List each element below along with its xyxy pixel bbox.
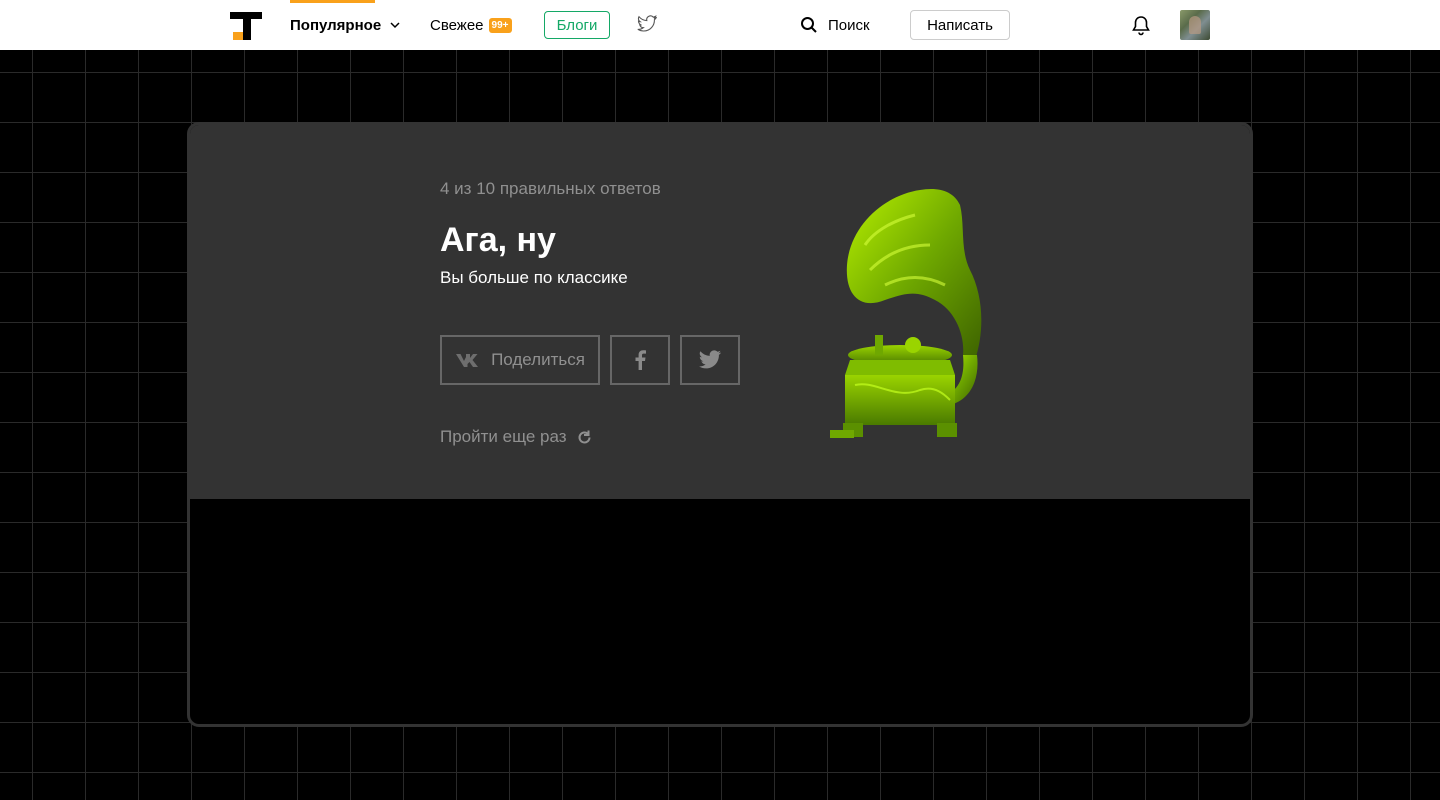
nav-fresh-label: Свежее <box>430 16 484 34</box>
share-twitter-button[interactable] <box>680 335 740 385</box>
search-label: Поиск <box>828 16 870 34</box>
refresh-icon <box>578 430 591 443</box>
share-facebook-button[interactable] <box>610 335 670 385</box>
twitter-icon[interactable] <box>637 15 657 33</box>
score-text: 4 из 10 правильных ответов <box>440 179 661 198</box>
nav-popular[interactable]: Популярное <box>290 0 401 50</box>
gramophone-image <box>830 188 982 438</box>
result-panel: 4 из 10 правильных ответов Ага, ну Вы бо… <box>190 125 1250 499</box>
nav-fresh[interactable]: Свежее 99+ <box>430 0 512 50</box>
share-label: Поделиться <box>491 350 585 369</box>
bell-icon[interactable] <box>1130 14 1152 36</box>
quiz-result-card: 4 из 10 правильных ответов Ага, ну Вы бо… <box>187 122 1253 727</box>
search-button[interactable]: Поиск <box>800 0 870 50</box>
retry-link[interactable]: Пройти еще раз <box>440 427 593 447</box>
twitter-icon <box>699 350 721 369</box>
nav-blogs-button[interactable]: Блоги <box>544 11 610 39</box>
active-indicator <box>290 0 375 3</box>
avatar[interactable] <box>1180 10 1210 40</box>
share-vk-button[interactable]: Поделиться <box>440 335 600 385</box>
result-subtitle: Вы больше по классике <box>440 268 628 287</box>
facebook-icon <box>635 350 646 370</box>
retry-label: Пройти еще раз <box>440 427 567 446</box>
chevron-down-icon <box>390 22 400 29</box>
fresh-count-badge: 99+ <box>488 17 512 33</box>
nav-popular-label: Популярное <box>290 16 382 34</box>
write-button[interactable]: Написать <box>910 10 1010 40</box>
top-navigation-bar: Популярное Свежее 99+ Блоги Поиск Написа… <box>0 0 1440 50</box>
logo-icon[interactable] <box>230 10 262 42</box>
result-title: Ага, ну <box>440 221 556 259</box>
search-icon <box>801 17 817 33</box>
vk-icon <box>456 354 479 367</box>
